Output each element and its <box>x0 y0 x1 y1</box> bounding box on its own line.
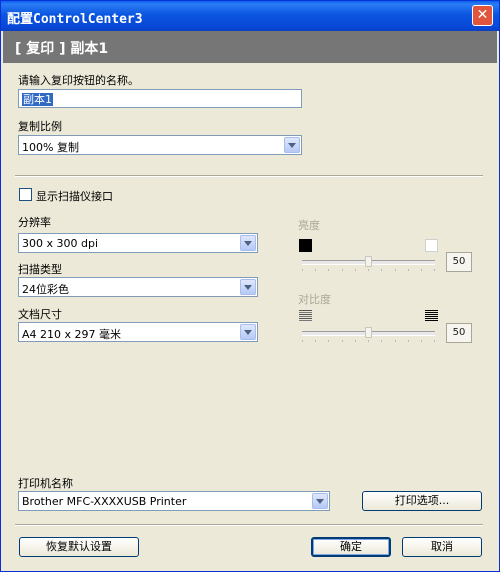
button-name-label: 请输入复印按钮的名称。 <box>18 74 139 87</box>
white-square-icon <box>425 239 438 252</box>
chevron-down-icon[interactable] <box>312 493 328 509</box>
printer-name-label: 打印机名称 <box>18 477 73 490</box>
close-icon: ✕ <box>476 7 489 23</box>
low-contrast-icon <box>299 310 312 321</box>
doc-size-value: A4 210 x 297 毫米 <box>22 328 122 341</box>
separator <box>15 524 483 526</box>
brightness-value: 50 <box>446 252 472 272</box>
resolution-value: 300 x 300 dpi <box>22 237 99 250</box>
copy-ratio-value: 100% 复制 <box>22 141 79 154</box>
scanner-interface-label: 显示扫描仪接口 <box>36 190 113 203</box>
brightness-label: 亮度 <box>298 219 320 232</box>
contrast-label: 对比度 <box>298 293 331 306</box>
black-square-icon <box>299 239 312 252</box>
brightness-slider-thumb[interactable] <box>365 256 372 267</box>
separator <box>15 175 483 177</box>
scan-type-value: 24位彩色 <box>22 283 69 296</box>
cancel-button[interactable]: 取消 <box>402 537 482 557</box>
printer-value: Brother MFC-XXXXUSB Printer <box>22 495 187 508</box>
header-title: [ 复印 ] 副本1 <box>15 41 109 57</box>
resolution-label: 分辨率 <box>18 216 51 229</box>
title-bar[interactable]: 配置ControlCenter3 ✕ <box>1 1 499 31</box>
ok-button[interactable]: 确定 <box>311 537 391 557</box>
brightness-slider-ticks <box>302 269 435 272</box>
high-contrast-icon <box>425 310 438 321</box>
copy-ratio-select[interactable]: 100% 复制 <box>18 135 302 155</box>
printer-select[interactable]: Brother MFC-XXXXUSB Printer <box>18 491 330 511</box>
contrast-value: 50 <box>446 323 472 343</box>
doc-size-select[interactable]: A4 210 x 297 毫米 <box>18 322 258 342</box>
button-name-input[interactable]: 副本1 <box>18 89 302 108</box>
contrast-slider-thumb[interactable] <box>365 327 372 338</box>
button-name-value: 副本1 <box>22 93 53 106</box>
scan-type-select[interactable]: 24位彩色 <box>18 277 258 297</box>
doc-size-label: 文档尺寸 <box>18 308 62 321</box>
scanner-interface-checkbox[interactable] <box>19 188 32 201</box>
chevron-down-icon[interactable] <box>240 279 256 295</box>
contrast-slider-ticks <box>302 340 435 343</box>
copy-ratio-label: 复制比例 <box>18 120 62 133</box>
chevron-down-icon[interactable] <box>284 137 300 153</box>
chevron-down-icon[interactable] <box>240 235 256 251</box>
restore-defaults-button[interactable]: 恢复默认设置 <box>19 537 139 557</box>
scan-type-label: 扫描类型 <box>18 263 62 276</box>
close-button[interactable]: ✕ <box>472 5 493 26</box>
resolution-select[interactable]: 300 x 300 dpi <box>18 233 258 253</box>
chevron-down-icon[interactable] <box>240 324 256 340</box>
header-band: [ 复印 ] 副本1 <box>3 31 497 63</box>
print-options-button[interactable]: 打印选项... <box>362 491 482 511</box>
window-title: 配置ControlCenter3 <box>7 12 143 27</box>
dialog-window: 配置ControlCenter3 ✕ [ 复印 ] 副本1 请输入复印按钮的名称… <box>0 0 500 572</box>
